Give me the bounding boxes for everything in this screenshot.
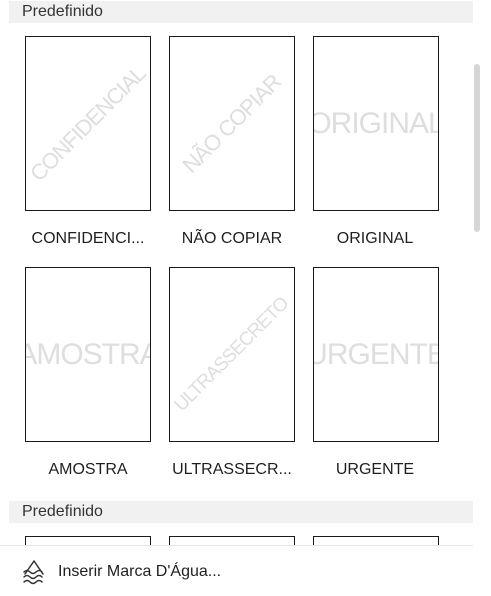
watermark-preview[interactable]: URGENTE: [313, 267, 439, 442]
insert-watermark-label: Inserir Marca D'Água...: [58, 563, 222, 580]
watermark-label: ULTRASSECR...: [172, 461, 292, 478]
watermark-preview[interactable]: NÃO COPIAR: [169, 36, 295, 211]
vertical-scrollbar[interactable]: [474, 64, 480, 232]
watermark-preview[interactable]: AMOSTRA: [25, 267, 151, 442]
section-header-predefinido-2: Predefinido: [9, 501, 473, 523]
watermark-label: CONFIDENCI...: [31, 230, 145, 247]
watermark-preview[interactable]: CONFIDENCIAL: [25, 36, 151, 211]
insert-watermark-button[interactable]: Inserir Marca D'Água...: [10, 554, 310, 590]
watermark-preview-text: ULTRASSECRETO: [170, 292, 293, 416]
watermark-preview[interactable]: ORIGINAL: [313, 36, 439, 211]
watermark-icon: [23, 560, 44, 585]
watermark-preview-text: URGENTE: [313, 337, 439, 371]
watermark-label: NÃO COPIAR: [181, 230, 283, 247]
watermark-label: ORIGINAL: [336, 230, 414, 247]
watermark-preview-text: ORIGINAL: [313, 106, 439, 140]
section-header-predefinido: Predefinido: [9, 1, 473, 23]
watermark-preview-text: CONFIDENCIAL: [25, 60, 151, 186]
watermark-label: URGENTE: [335, 461, 415, 478]
gallery-footer: Inserir Marca D'Água...: [0, 545, 473, 596]
watermark-preview-text: NÃO COPIAR: [177, 69, 286, 178]
watermark-label: AMOSTRA: [48, 461, 128, 478]
watermark-preview-text: AMOSTRA: [26, 337, 150, 371]
watermark-preview[interactable]: ULTRASSECRETO: [169, 267, 295, 442]
